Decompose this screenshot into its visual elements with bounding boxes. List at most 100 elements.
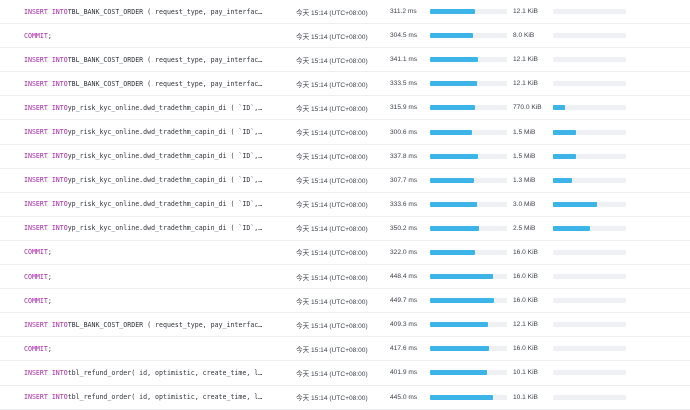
data-size: 16.0 KiB — [513, 297, 538, 305]
duration-bar-fill — [430, 9, 475, 15]
sql-statement: INSERT INTO TBL_BANK_COST_ORDER ( reques… — [24, 72, 286, 95]
duration-bar-fill — [430, 153, 478, 159]
table-row[interactable]: COMMIT ; 今天 15:14 (UTC+08:00) 417.6 ms 1… — [0, 337, 690, 362]
table-row[interactable]: INSERT INTO TBL_BANK_COST_ORDER ( reques… — [0, 0, 690, 25]
duration: 350.2 ms — [390, 224, 418, 232]
sql-keyword: INSERT — [24, 128, 48, 137]
start-time: 今天 15:14 (UTC+08:00) — [296, 130, 368, 138]
sql-text: ; — [47, 248, 52, 257]
start-time: 今天 15:14 (UTC+08:00) — [296, 202, 368, 210]
duration-bar — [430, 169, 507, 192]
data-size: 1.3 MiB — [513, 176, 536, 184]
duration-bar — [430, 0, 507, 23]
duration-bar-fill — [430, 33, 474, 39]
data-size: 10.1 KiB — [513, 393, 538, 401]
size-bar-track — [553, 322, 626, 328]
start-time: 今天 15:14 (UTC+08:00) — [296, 105, 368, 113]
data-size: 3.0 MiB — [513, 200, 536, 208]
duration-bar-fill — [430, 322, 488, 328]
sql-statement: COMMIT ; — [24, 24, 286, 47]
table-row[interactable]: INSERT INTO yp_risk_kyc_online.dwd_trade… — [0, 96, 690, 121]
duration-bar — [430, 72, 507, 95]
sql-keyword: INTO — [51, 393, 68, 402]
sql-keyword: INTO — [51, 7, 68, 16]
table-row[interactable]: COMMIT ; 今天 15:14 (UTC+08:00) 448.4 ms 1… — [0, 265, 690, 290]
duration: 445.0 ms — [390, 393, 418, 401]
table-row[interactable]: INSERT INTO yp_risk_kyc_online.dwd_trade… — [0, 169, 690, 193]
duration-bar — [430, 313, 507, 336]
duration-bar-track — [430, 298, 507, 304]
duration-bar — [430, 145, 507, 168]
table-row[interactable]: INSERT INTO yp_risk_kyc_online.dwd_trade… — [0, 193, 690, 217]
duration-bar-track — [430, 249, 507, 255]
sql-keyword: INSERT — [24, 176, 48, 185]
start-time: 今天 15:14 (UTC+08:00) — [296, 154, 368, 162]
sql-keyword: COMMIT — [24, 248, 48, 257]
duration-bar — [430, 289, 507, 312]
sql-keyword: INTO — [51, 55, 68, 64]
size-bar-track — [553, 394, 626, 400]
duration-bar-fill — [430, 81, 477, 87]
duration: 333.5 ms — [390, 80, 418, 88]
sql-statement: COMMIT ; — [24, 241, 286, 264]
size-bar — [553, 241, 626, 264]
duration-bar-track — [430, 394, 507, 400]
sql-text: ; — [47, 272, 52, 281]
duration-bar — [430, 24, 507, 47]
start-time: 今天 15:14 (UTC+08:00) — [296, 298, 368, 306]
duration-bar-track — [430, 129, 507, 135]
size-bar — [553, 289, 626, 312]
size-bar-track — [553, 57, 626, 63]
sql-keyword: INTO — [51, 103, 68, 112]
sql-statement: INSERT INTO yp_risk_kyc_online.dwd_trade… — [24, 145, 286, 168]
duration-bar-track — [430, 346, 507, 352]
table-row[interactable]: INSERT INTO yp_risk_kyc_online.dwd_trade… — [0, 120, 690, 145]
sql-keyword: INSERT — [24, 200, 48, 209]
start-time: 今天 15:14 (UTC+08:00) — [296, 81, 368, 89]
sql-keyword: INTO — [51, 79, 68, 88]
table-row[interactable]: INSERT INTO yp_risk_kyc_online.dwd_trade… — [0, 217, 690, 241]
duration-bar-track — [430, 370, 507, 376]
duration-bar-fill — [430, 394, 494, 400]
duration-bar-fill — [430, 346, 490, 352]
sql-keyword: INTO — [51, 320, 68, 329]
data-size: 2.5 MiB — [513, 224, 536, 232]
sql-statement: COMMIT ; — [24, 337, 286, 360]
table-row[interactable]: INSERT INTO TBL_BANK_COST_ORDER ( reques… — [0, 72, 690, 97]
table-row[interactable]: INSERT INTO TBL_BANK_COST_ORDER ( reques… — [0, 313, 690, 338]
size-bar-track — [553, 33, 626, 39]
size-bar — [553, 96, 626, 119]
data-size: 16.0 KiB — [513, 345, 538, 353]
duration-bar — [430, 241, 507, 264]
duration: 448.4 ms — [390, 273, 418, 281]
sql-keyword: INTO — [51, 176, 68, 185]
data-size: 16.0 KiB — [513, 248, 538, 256]
table-row[interactable]: COMMIT ; 今天 15:14 (UTC+08:00) 304.5 ms 8… — [0, 24, 690, 49]
sql-text: yp_risk_kyc_online.dwd_tradethm_capin_di… — [67, 224, 263, 233]
duration: 409.3 ms — [390, 321, 418, 329]
duration-bar-track — [430, 153, 507, 159]
duration-bar-track — [430, 225, 507, 231]
table-row[interactable]: INSERT INTO yp_risk_kyc_online.dwd_trade… — [0, 145, 690, 169]
size-bar — [553, 0, 626, 23]
size-bar — [553, 145, 626, 168]
data-size: 12.1 KiB — [513, 80, 538, 88]
duration-bar — [430, 361, 507, 384]
sql-statement: INSERT INTO tbl_refund_order( id, optimi… — [24, 386, 286, 409]
size-bar-track — [553, 129, 626, 135]
data-size: 8.0 KiB — [513, 32, 535, 40]
duration-bar-track — [430, 81, 507, 87]
data-size: 1.5 MiB — [513, 128, 536, 136]
size-bar-track — [553, 370, 626, 376]
table-row[interactable]: INSERT INTO tbl_refund_order( id, optimi… — [0, 386, 690, 410]
size-bar — [553, 361, 626, 384]
table-row[interactable]: COMMIT ; 今天 15:14 (UTC+08:00) 322.0 ms 1… — [0, 241, 690, 266]
size-bar-fill — [553, 177, 572, 183]
table-row[interactable]: INSERT INTO tbl_refund_order( id, optimi… — [0, 361, 690, 386]
duration-bar — [430, 48, 507, 71]
data-size: 12.1 KiB — [513, 56, 538, 64]
table-row[interactable]: INSERT INTO TBL_BANK_COST_ORDER ( reques… — [0, 48, 690, 73]
duration: 341.1 ms — [390, 56, 418, 64]
size-bar-fill — [553, 225, 590, 231]
table-row[interactable]: COMMIT ; 今天 15:14 (UTC+08:00) 449.7 ms 1… — [0, 289, 690, 314]
